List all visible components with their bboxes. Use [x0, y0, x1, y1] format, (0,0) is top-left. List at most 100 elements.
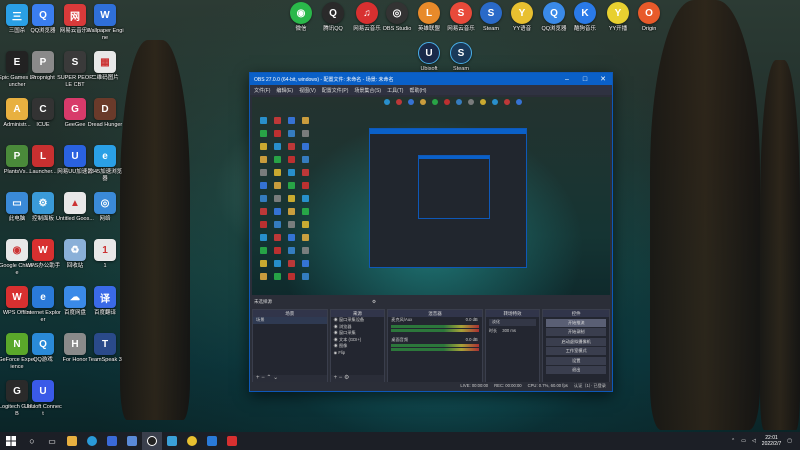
control-button[interactable]: 工作室模式	[546, 347, 606, 355]
volume-icon[interactable]: ◁	[752, 438, 756, 444]
app-icon: Y	[511, 2, 533, 24]
controls-header: 控件	[543, 310, 609, 317]
scene-item[interactable]: 场景	[253, 317, 327, 324]
desktop-shortcut[interactable]: ◎ 网络	[86, 192, 124, 223]
desktop-shortcut[interactable]: U Ubisoft Connect	[24, 380, 62, 417]
obs-menubar: 文件(F) 编辑(E) 视图(V) 配置文件(P) 场景集合(S) 工具(T) 帮助(H)	[250, 85, 612, 95]
menu-item[interactable]: 编辑(E)	[276, 87, 293, 94]
eye-icon[interactable]: ◉	[334, 317, 338, 322]
preview-mini-icon	[302, 143, 309, 150]
tray-chevron-icon[interactable]: ⌃	[731, 438, 735, 444]
transition-type-select[interactable]: 淡化	[488, 319, 537, 326]
remove-icon[interactable]: −	[261, 375, 265, 381]
transitions-header: 转场特效	[485, 310, 540, 317]
taskbar-edge[interactable]	[82, 432, 102, 450]
app-icon: S	[450, 2, 472, 24]
preview-mini-icon	[274, 234, 281, 241]
obs-source-toolbar: 未选择源 ⚙	[252, 297, 610, 306]
control-button[interactable]: 开始推流	[546, 318, 606, 327]
obs-titlebar[interactable]: OBS 27.0.0 (64-bit, windows) - 配置文件: 未命名…	[250, 73, 612, 85]
preview-mini-icon	[274, 156, 281, 163]
controls-dock: 控件 开始推流 开始录制 启动虚拟摄像机 工作室模式 设置 退出	[542, 309, 610, 383]
taskbar-app[interactable]	[162, 432, 182, 450]
obs-preview[interactable]	[252, 97, 610, 295]
transition-duration[interactable]: 时长 300 ms	[486, 328, 540, 335]
eye-icon[interactable]: ◉	[334, 343, 338, 348]
taskbar-photos[interactable]	[202, 432, 222, 450]
shortcut-label: Wallpaper Engine	[86, 28, 124, 41]
desktop-shortcut[interactable]: 译百度翻译	[86, 286, 124, 317]
preview-mini-icon	[274, 143, 281, 150]
taskbar-explorer[interactable]	[62, 432, 82, 450]
desktop-shortcut[interactable]: 11	[86, 239, 124, 270]
minimize-icon[interactable]: –	[558, 76, 576, 83]
sources-footer: + − ⚙	[330, 375, 385, 382]
taskbar-obs[interactable]	[142, 432, 162, 450]
source-label: 文本 (GDI+)	[338, 336, 362, 342]
menu-item[interactable]: 文件(F)	[254, 87, 270, 94]
eye-icon[interactable]: ◉	[334, 324, 338, 329]
add-icon[interactable]: +	[256, 375, 260, 381]
desktop-shortcut[interactable]: ▦ 二维码图片	[86, 51, 124, 82]
taskbar-store[interactable]	[102, 432, 122, 450]
notification-icon[interactable]: ▢	[787, 438, 792, 444]
up-icon[interactable]: ⌃	[266, 375, 271, 381]
mixer-dock: 混音器 麦克风/Aux 0.0 dB 桌面音频 0.0 dB	[387, 309, 483, 383]
remove-icon[interactable]: −	[339, 375, 343, 381]
desktop-shortcut[interactable]: W Wallpaper Engine	[86, 4, 124, 41]
task-view-icon[interactable]: ▭	[42, 432, 62, 450]
control-button[interactable]: 开始录制	[546, 328, 606, 336]
menu-item[interactable]: 工具(T)	[387, 87, 403, 94]
desktop-shortcut[interactable]: Q 腾讯QQ	[314, 2, 352, 33]
eye-icon[interactable]: ◉	[334, 330, 338, 335]
start-button[interactable]	[0, 432, 22, 450]
source-item[interactable]: ◉ Flip	[331, 350, 385, 357]
eye-icon[interactable]: ◉	[334, 350, 338, 355]
desktop-shortcut[interactable]: T TeamSpeak 3	[86, 333, 124, 364]
control-button[interactable]: 退出	[546, 366, 606, 374]
duration-value[interactable]: 300 ms	[502, 328, 516, 333]
preview-mini-icon	[274, 208, 281, 215]
preview-mini-icon	[260, 208, 267, 215]
menu-item[interactable]: 配置文件(P)	[322, 87, 349, 94]
menu-item[interactable]: 场景集合(S)	[354, 87, 381, 94]
app-icon: S	[480, 2, 502, 24]
windows-icon	[6, 436, 16, 446]
network-icon[interactable]: ▭	[741, 438, 746, 444]
desktop-shortcut[interactable]: D Dread Hunger	[86, 98, 124, 129]
menu-item[interactable]: 帮助(H)	[409, 87, 426, 94]
desktop-shortcut[interactable]: O Origin	[630, 2, 668, 33]
desktop-shortcut[interactable]: e 2345加速浏览器	[86, 145, 124, 182]
gear-icon[interactable]: ⚙	[372, 299, 376, 305]
search-icon[interactable]: ○	[22, 432, 42, 450]
app-icon: U	[64, 145, 86, 167]
clock[interactable]: 22:01 2022/2/7	[762, 435, 781, 447]
app-icon: ▦	[94, 51, 116, 73]
control-button[interactable]: 设置	[546, 356, 606, 365]
app-icon: Q	[322, 2, 344, 24]
eye-icon[interactable]: ◉	[334, 337, 338, 342]
obs-window: OBS 27.0.0 (64-bit, windows) - 配置文件: 未命名…	[249, 72, 613, 392]
rec-status: REC: 00:00:00	[494, 383, 522, 388]
gear-icon[interactable]: ⚙	[344, 375, 349, 381]
desktop-shortcut[interactable]: S Steam	[442, 42, 480, 73]
preview-mini-icon	[288, 247, 295, 254]
scenes-dock: 场景 场景 + − ⌃ ⌄	[252, 309, 328, 383]
shortcut-label: 百度翻译	[93, 310, 116, 316]
taskbar-chrome[interactable]	[182, 432, 202, 450]
control-button[interactable]: 启动虚拟摄像机	[546, 337, 606, 346]
menu-item[interactable]: 视图(V)	[299, 87, 316, 94]
mixer-header: 混音器	[388, 310, 482, 317]
nested-window-titlebar	[370, 129, 526, 134]
taskbar-wps[interactable]	[222, 432, 242, 450]
app-icon: e	[94, 145, 116, 167]
scenes-footer: + − ⌃ ⌄	[253, 375, 327, 382]
add-icon[interactable]: +	[334, 375, 338, 381]
close-icon[interactable]: ✕	[594, 75, 612, 83]
source-label: Flip	[338, 349, 346, 355]
down-icon[interactable]: ⌄	[273, 375, 278, 381]
maximize-icon[interactable]: □	[576, 76, 594, 83]
preview-mini-icon	[492, 99, 498, 105]
preview-mini-icon	[288, 195, 295, 202]
taskbar-mail[interactable]	[122, 432, 142, 450]
